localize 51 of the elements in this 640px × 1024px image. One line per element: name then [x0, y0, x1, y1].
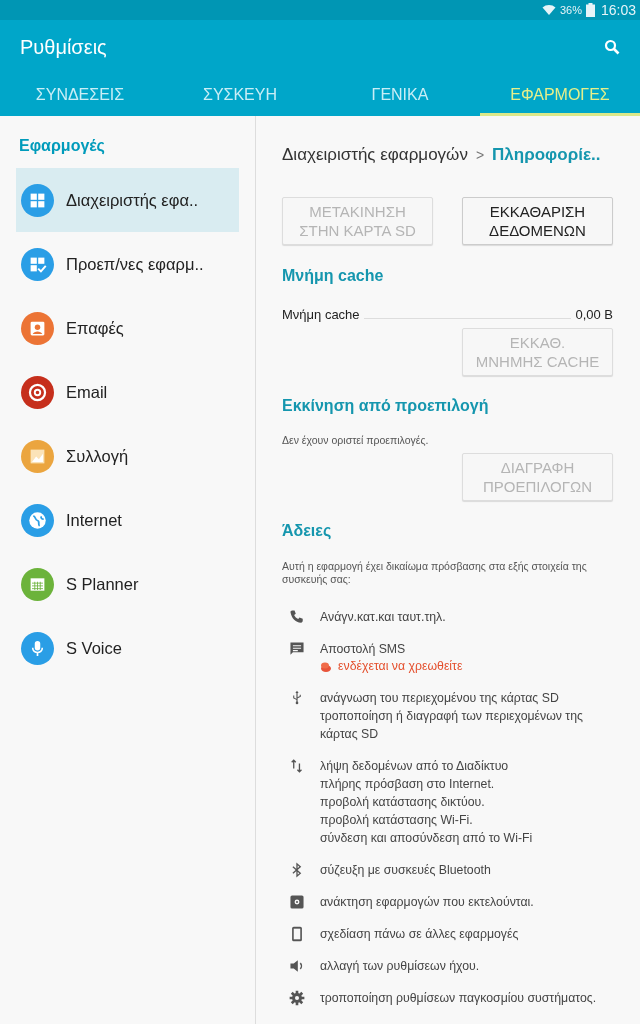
permission-text: πλήρης πρόσβαση στο Internet. [320, 776, 496, 793]
section-heading: Εκκίνηση από προεπιλογή [282, 396, 489, 416]
permission-text: ανάκτηση εφαρμογών που εκτελούνται. [320, 894, 534, 911]
permission-text: προβολή κατάστασης δικτύου. [320, 794, 486, 811]
breadcrumb-current: Πληροφορίε.. [492, 145, 601, 165]
sidebar-item[interactable]: Διαχειριστής εφα.. [16, 168, 239, 232]
permission-text: Αποστολή SMS [320, 641, 407, 658]
permission-text: λήψη δεδομένων από το Διαδίκτυο [320, 758, 510, 775]
permission-text: τροποποίηση ή διαγραφή των περιεχομένων της κάρτας SD [320, 708, 584, 743]
microphone-icon [21, 631, 54, 665]
sidebar-item[interactable]: Internet [16, 488, 239, 552]
section-heading: Άδειες [282, 521, 332, 541]
sidebar-item[interactable]: Προεπ/νες εφαρμ.. [16, 232, 239, 296]
picture-icon [21, 439, 54, 473]
warning-text: ενδέχεται να χρεωθείτε [338, 658, 463, 675]
apps-icon [288, 893, 306, 911]
calendar-icon [21, 567, 54, 601]
permission-text: αλλαγή των ρυθμίσεων ήχου. [320, 958, 480, 975]
sidebar-item[interactable]: S Planner [16, 552, 239, 616]
message-icon [288, 640, 306, 658]
sidebar-item[interactable]: Συλλογή [16, 424, 239, 488]
sidebar-item[interactable]: S Voice [16, 616, 239, 680]
search-icon[interactable] [604, 39, 620, 55]
permission-text: σχεδίαση πάνω σε άλλες εφαρμογές [320, 926, 519, 943]
battery-icon [585, 3, 595, 17]
section-heading: Μνήμη cache [282, 266, 384, 286]
sidebar-item[interactable]: Email [16, 360, 239, 424]
permission-text: Ανάγν.κατ.και ταυτ.τηλ. [320, 609, 446, 626]
contact-card-icon [21, 311, 54, 345]
permission-text: σύζευξη με συσκευές Bluetooth [320, 862, 491, 879]
permission-text: προβολή κατάστασης Wi-Fi. [320, 812, 474, 829]
setting-value: 0,00 B [575, 306, 613, 322]
wifi-icon [541, 4, 556, 16]
phone-icon [288, 608, 306, 626]
grid-check-icon [21, 247, 54, 281]
sidebar-item[interactable]: Επαφές [16, 296, 239, 360]
permission-text: σύνδεση και αποσύνδεση από το Wi-Fi [320, 830, 533, 847]
grid-icon [21, 183, 54, 217]
info-text: Δεν έχουν οριστεί προεπιλογές. [282, 433, 430, 447]
permission-text: ανάγνωση του περιεχομένου της κάρτας SD [320, 690, 560, 707]
setting-label: Μνήμη cache [282, 306, 360, 322]
permission-text: τροποποίηση ρυθμίσεων παγκοσμίου συστήματος. [320, 990, 597, 1007]
settings-icon [288, 989, 306, 1007]
battery-percent: 36% [559, 4, 582, 16]
clock: 16:03 [600, 2, 636, 18]
breadcrumb-link[interactable]: Διαχειριστής εφαρμογών [282, 145, 468, 165]
app-title: Ρυθμίσεις [20, 35, 107, 59]
description-text: Αυτή η εφαρμογή έχει δικαίωμα πρόσβασης στα εξής στοιχεία της συσκευής σας: [282, 560, 588, 586]
breadcrumb-separator: > [475, 147, 485, 163]
action-button[interactable]: ΕΚΚΑΘΑΡΙΣΗ ΔΕΔΟΜΕΝΩΝ [462, 197, 613, 245]
sidebar-heading: Εφαρμογές [18, 136, 105, 156]
